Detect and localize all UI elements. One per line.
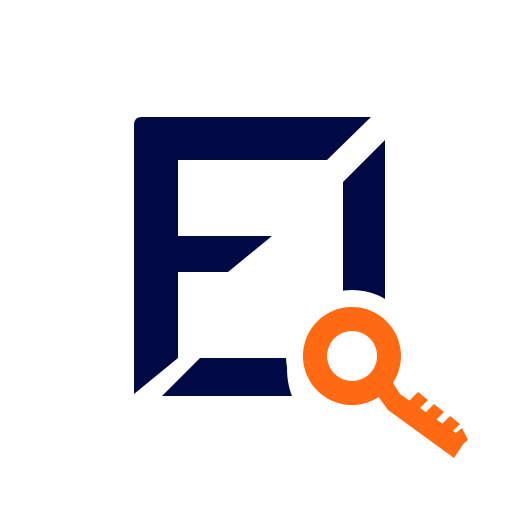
- key-shaft: [372, 372, 466, 458]
- frame-top-bar: [178, 117, 371, 160]
- frame-bottom-bar: [162, 358, 292, 396]
- app-icon-canvas: [0, 0, 512, 512]
- e-middle-bar: [178, 236, 272, 272]
- frame-left-bar: [134, 117, 178, 394]
- frame-right-bar: [343, 140, 385, 300]
- key-icon: [302, 307, 468, 458]
- app-logo: [134, 117, 468, 458]
